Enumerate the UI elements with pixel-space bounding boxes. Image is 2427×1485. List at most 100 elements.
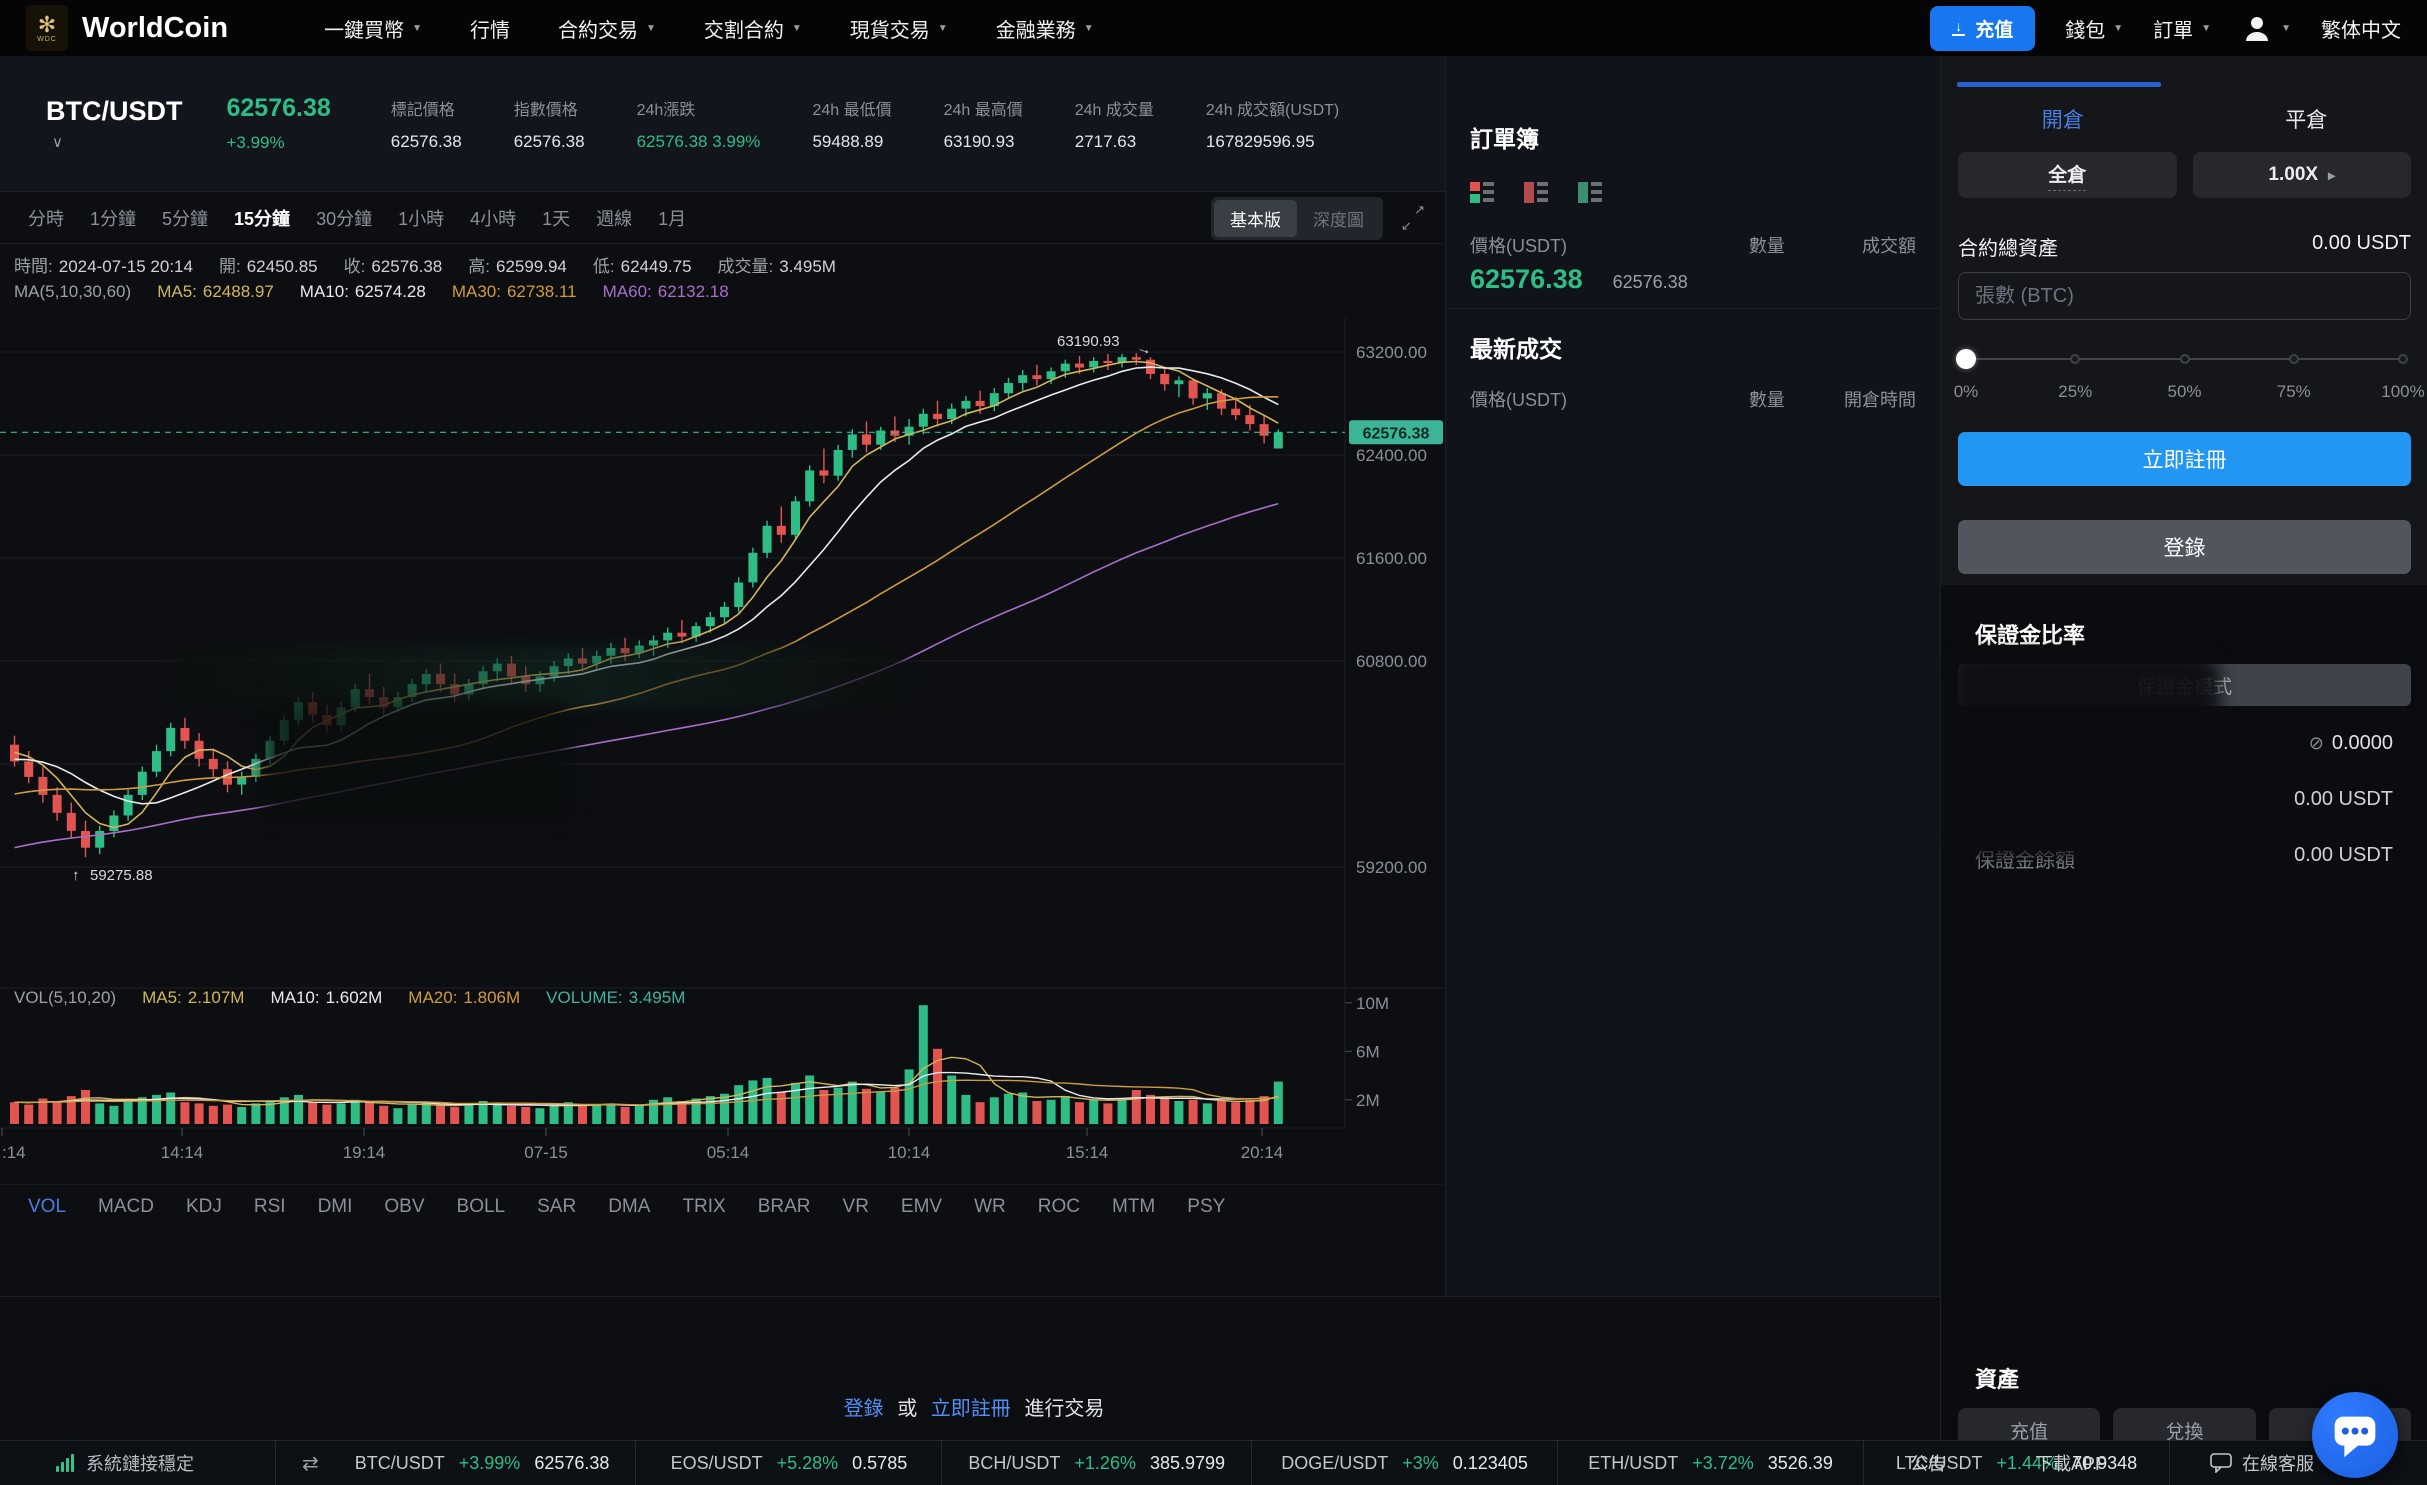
pair-change: +3% <box>1402 1453 1439 1474</box>
view-基本版[interactable]: 基本版 <box>1214 200 1297 237</box>
trade-tab-平倉[interactable]: 平倉 <box>2185 96 2427 134</box>
slider-dot[interactable] <box>2289 354 2299 364</box>
slider-knob[interactable] <box>1956 349 1976 369</box>
deposit-button[interactable]: ↓ 充值 <box>1930 6 2035 51</box>
indicator-brar[interactable]: BRAR <box>758 1196 811 1218</box>
candle-body <box>280 720 289 741</box>
brand-logo[interactable]: ✻ WDC <box>26 5 68 51</box>
vol-ma20-line <box>15 1080 1279 1105</box>
timeframe-週線[interactable]: 週線 <box>596 205 632 231</box>
slider-label-25%[interactable]: 25% <box>2058 382 2092 402</box>
timeframe-1天[interactable]: 1天 <box>542 205 570 231</box>
trade-tab-開倉[interactable]: 開倉 <box>1941 96 2185 134</box>
indicator-psy[interactable]: PSY <box>1187 1196 1225 1218</box>
candle-body <box>649 640 658 645</box>
book-asks-icon[interactable] <box>1524 182 1548 204</box>
indicator-dma[interactable]: DMA <box>608 1196 650 1218</box>
volume-bar <box>493 1103 502 1124</box>
total-assets-value: 0.00 USDT <box>2312 232 2411 261</box>
slider-label-100%[interactable]: 100% <box>2381 382 2424 402</box>
info-item: MA60:62132.18 <box>603 282 729 302</box>
indicator-tabs: VOL MACD KDJ RSI DMI OBV BOLL SAR DMA TRIX BRAR VR E… <box>28 1196 1428 1218</box>
indicator-vr[interactable]: VR <box>843 1196 869 1218</box>
logo-flower-icon: ✻ <box>38 14 56 36</box>
indicator-dmi[interactable]: DMI <box>318 1196 353 1218</box>
mini-ticker-ETH/USDT[interactable]: ETH/USDT+3.72%3526.39 <box>1557 1441 1863 1485</box>
info-value: 2.107M <box>188 988 245 1007</box>
nav-item-6[interactable]: 金融業務▼ <box>996 14 1094 43</box>
book-both-icon[interactable] <box>1470 182 1494 204</box>
overlay-link-下載APP[interactable]: 下載APP <box>2035 1450 2107 1476</box>
indicator-vol[interactable]: VOL <box>28 1196 66 1218</box>
register-button[interactable]: 立即註冊 <box>1958 432 2411 486</box>
timeframe-分時[interactable]: 分時 <box>28 205 64 231</box>
nav-item-1[interactable]: 一鍵買幣▼ <box>324 14 422 43</box>
info-label: MA10: <box>270 988 319 1007</box>
indicator-macd[interactable]: MACD <box>98 1196 154 1218</box>
margin-mode-button[interactable]: 全倉 <box>1958 152 2177 198</box>
language-selector[interactable]: 繁体中文 <box>2321 14 2401 43</box>
indicator-trix[interactable]: TRIX <box>682 1196 725 1218</box>
slider-label-0%[interactable]: 0% <box>1954 382 1979 402</box>
login-button[interactable]: 登錄 <box>1958 520 2411 574</box>
symbol-selector[interactable]: BTC/USDT ∨ <box>46 96 183 151</box>
timeframe-15分鐘[interactable]: 15分鐘 <box>234 205 290 231</box>
timeframe-30分鐘[interactable]: 30分鐘 <box>316 205 372 231</box>
overlay-link-公告[interactable]: 公告 <box>1910 1450 1946 1476</box>
slider-label-75%[interactable]: 75% <box>2277 382 2311 402</box>
amount-input[interactable] <box>1958 272 2411 320</box>
timeframe-1月[interactable]: 1月 <box>658 205 686 231</box>
leverage-button[interactable]: 1.00X ▸ <box>2193 152 2412 198</box>
indicator-boll[interactable]: BOLL <box>457 1196 506 1218</box>
mini-ticker-BCH/USDT[interactable]: BCH/USDT+1.26%385.9799 <box>941 1441 1251 1485</box>
stat-value: 63190.93 <box>944 132 1023 152</box>
indicator-emv[interactable]: EMV <box>901 1196 942 1218</box>
amount-slider[interactable] <box>1966 352 2403 366</box>
register-link[interactable]: 立即註冊 <box>931 1398 1011 1420</box>
price-axis-label: 61600.00 <box>1356 549 1427 568</box>
timeframe-1分鐘[interactable]: 1分鐘 <box>90 205 136 231</box>
slider-dot[interactable] <box>2398 354 2408 364</box>
nav-item-3[interactable]: 合約交易▼ <box>558 14 656 43</box>
wallet-menu[interactable]: 錢包 ▼ <box>2065 14 2123 43</box>
account-menu[interactable]: ▼ <box>2241 12 2291 44</box>
slider-dot[interactable] <box>2070 354 2080 364</box>
chat-widget-button[interactable] <box>2312 1392 2398 1478</box>
indicator-mtm[interactable]: MTM <box>1112 1196 1155 1218</box>
info-item: 低:62449.75 <box>593 252 692 277</box>
slider-label-50%[interactable]: 50% <box>2167 382 2201 402</box>
view-深度圖[interactable]: 深度圖 <box>1297 200 1380 237</box>
mini-ticker-DOGE/USDT[interactable]: DOGE/USDT+3%0.123405 <box>1251 1441 1557 1485</box>
ticker-stat-5: 24h 最高價63190.93 <box>944 96 1023 152</box>
indicator-sar[interactable]: SAR <box>537 1196 576 1218</box>
candlestick-chart[interactable]: 63200.0062400.0061600.0060800.0059200.00… <box>0 318 1445 1178</box>
slider-dot[interactable] <box>2180 354 2190 364</box>
mini-ticker-BTC/USDT[interactable]: ⇄BTC/USDT+3.99%62576.38 <box>275 1441 635 1485</box>
nav-item-5[interactable]: 現貨交易▼ <box>850 14 948 43</box>
mini-ticker-LTC/USDT[interactable]: LTC/USDT+1.44%70.9348公告下載APP <box>1863 1441 2169 1485</box>
nav-item-4[interactable]: 交割合約▼ <box>704 14 802 43</box>
timeframe-5分鐘[interactable]: 5分鐘 <box>162 205 208 231</box>
timeframe-4小時[interactable]: 4小時 <box>470 205 516 231</box>
indicator-obv[interactable]: OBV <box>384 1196 424 1218</box>
candle-body <box>1245 415 1254 424</box>
orders-menu[interactable]: 訂單 ▼ <box>2153 14 2211 43</box>
indicator-kdj[interactable]: KDJ <box>186 1196 222 1218</box>
book-bids-icon[interactable] <box>1578 182 1602 204</box>
login-link[interactable]: 登錄 <box>844 1398 884 1420</box>
candle-body <box>138 772 147 795</box>
volume-bar <box>337 1103 346 1124</box>
orderbook-layout-icons <box>1470 182 1602 204</box>
indicator-rsi[interactable]: RSI <box>254 1196 286 1218</box>
info-value: 1.602M <box>326 988 383 1007</box>
orderbook-header: 價格(USDT) <box>1470 232 1654 258</box>
timeframe-1小時[interactable]: 1小時 <box>398 205 444 231</box>
indicator-roc[interactable]: ROC <box>1038 1196 1080 1218</box>
indicator-wr[interactable]: WR <box>974 1196 1006 1218</box>
mini-ticker-EOS/USDT[interactable]: EOS/USDT+5.28%0.5785 <box>635 1441 941 1485</box>
expand-icon[interactable]: ↗↙ <box>1401 206 1425 230</box>
nav-item-2[interactable]: 行情 <box>470 14 510 43</box>
volume-bar <box>124 1101 133 1124</box>
candle-body <box>1189 380 1198 398</box>
pair-name: BTC/USDT <box>355 1453 445 1474</box>
